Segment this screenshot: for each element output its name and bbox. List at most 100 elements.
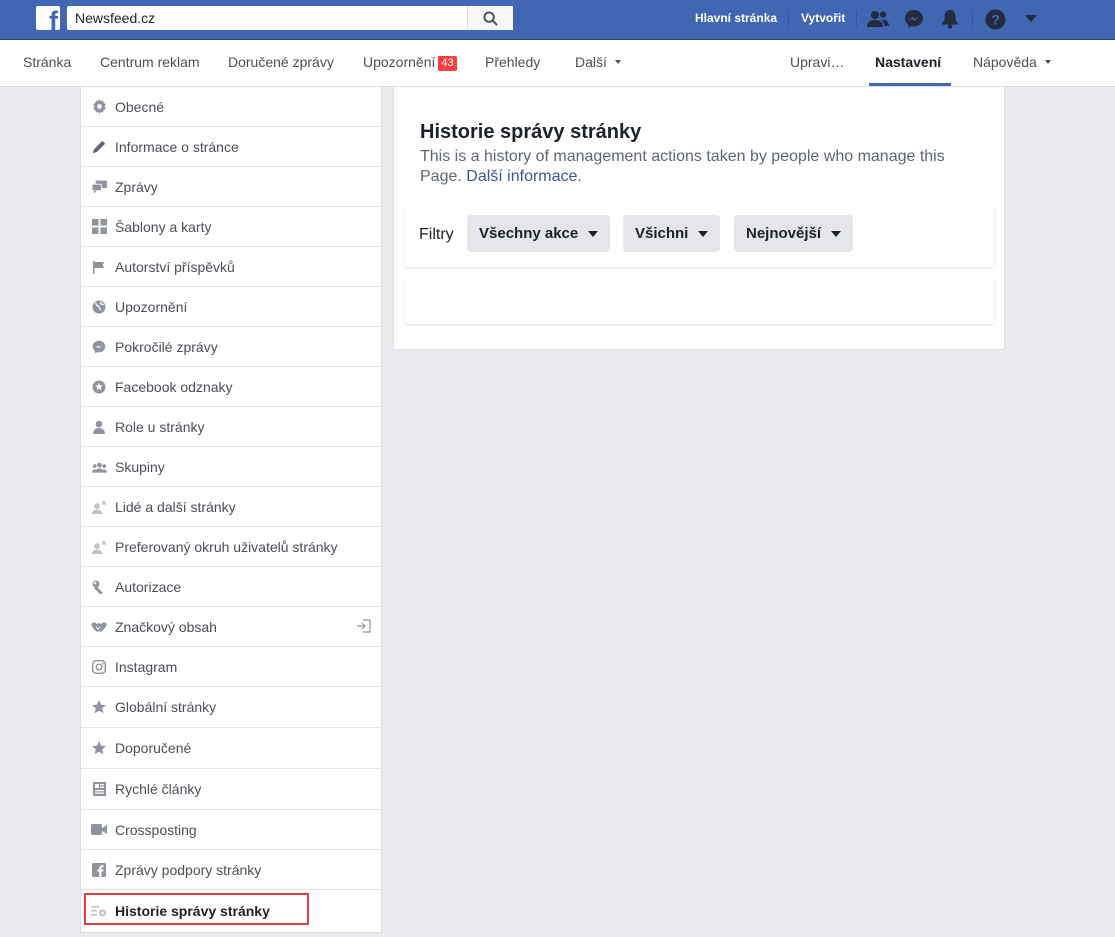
nav-item-help[interactable]: Nápověda	[973, 54, 1051, 70]
sidebar-item-featured[interactable]: Doporučené	[81, 728, 381, 769]
top-divider	[856, 11, 857, 27]
nav-item-page[interactable]: Stránka	[23, 54, 71, 70]
grid-icon	[91, 219, 107, 235]
gear-icon	[91, 99, 107, 115]
chevron-down-icon	[1044, 60, 1051, 64]
people-filter-dropdown[interactable]: Všichni	[623, 215, 721, 252]
sidebar-item-global-pages[interactable]: Globální stránky	[81, 687, 381, 728]
pencil-icon	[91, 139, 107, 155]
sidebar-item-authorization[interactable]: Autorizace	[81, 567, 381, 607]
description-period: .	[577, 168, 582, 185]
messenger-icon[interactable]	[903, 8, 925, 30]
create-link[interactable]: Vytvořit	[801, 11, 845, 25]
account-menu-caret-icon[interactable]	[1020, 8, 1042, 30]
facebook-icon	[91, 862, 107, 878]
chevron-down-icon	[614, 60, 621, 64]
sort-order-dropdown[interactable]: Nejnovější	[734, 215, 854, 252]
sidebar-item-messages[interactable]: Zprávy	[81, 167, 381, 207]
sidebar-item-label: Rychlé články	[115, 781, 202, 797]
search-icon	[483, 10, 498, 26]
list-gear-icon	[91, 903, 107, 919]
article-icon	[91, 781, 107, 797]
sidebar-item-people-and-pages[interactable]: Lidé a další stránky	[81, 487, 381, 527]
sidebar-item-label: Lidé a další stránky	[115, 498, 236, 515]
sidebar-item-advanced-messaging[interactable]: Pokročilé zprávy	[81, 327, 381, 367]
sidebar-item-label: Značkový obsah	[115, 618, 217, 635]
nav-item-edit[interactable]: Upravi…	[790, 54, 844, 70]
instagram-icon	[91, 659, 107, 675]
sidebar-item-label: Role u stránky	[115, 418, 205, 435]
chat-bubbles-icon	[91, 179, 107, 195]
history-results-card	[404, 275, 994, 324]
sidebar-item-label: Informace o stránce	[115, 138, 239, 155]
nav-item-settings[interactable]: Nastavení	[875, 54, 941, 70]
main-content-panel: Historie správy stránky This is a histor…	[393, 87, 1005, 350]
nav-item-notifications-label: Upozornění	[363, 54, 436, 70]
sidebar-item-label: Skupiny	[115, 458, 165, 475]
sidebar-item-label: Autorství příspěvků	[115, 258, 235, 275]
sidebar-item-instant-articles[interactable]: Rychlé články	[81, 769, 381, 810]
nav-item-help-label: Nápověda	[973, 54, 1037, 70]
search-input[interactable]	[67, 6, 465, 30]
person-star-icon	[91, 499, 107, 515]
person-icon	[91, 419, 107, 435]
messenger-icon	[91, 339, 107, 355]
friends-icon[interactable]	[867, 8, 889, 30]
page-description: This is a history of management actions …	[420, 147, 990, 187]
sidebar-item-page-support-inbox[interactable]: Zprávy podpory stránky	[81, 850, 381, 890]
sidebar-item-label: Zprávy	[115, 178, 158, 195]
action-filter-dropdown[interactable]: Všechny akce	[467, 215, 611, 252]
globe-icon	[91, 299, 107, 315]
sidebar-item-notifications[interactable]: Upozornění	[81, 287, 381, 327]
sidebar-item-page-management-history[interactable]: Historie správy stránky	[81, 890, 381, 932]
search-box	[67, 6, 513, 30]
star-icon	[91, 740, 107, 756]
sidebar-item-label: Obecné	[115, 98, 165, 115]
nav-item-notifications[interactable]: Upozornění 43	[363, 54, 457, 71]
sidebar-item-post-attribution[interactable]: Autorství příspěvků	[81, 247, 381, 287]
notifications-bell-icon[interactable]	[939, 8, 961, 30]
people-filter-label: Všichni	[635, 225, 689, 242]
filters-card: Filtry Všechny akce Všichni Nejnovější	[404, 205, 994, 267]
page-title: Historie správy stránky	[420, 121, 642, 143]
active-tab-indicator	[869, 83, 951, 86]
nav-item-insights[interactable]: Přehledy	[485, 54, 540, 70]
top-bar: f Hlavní stránka Vytvořit ?	[0, 0, 1115, 40]
nav-item-more[interactable]: Další	[575, 54, 621, 70]
filters-label: Filtry	[419, 226, 454, 243]
home-link[interactable]: Hlavní stránka	[695, 11, 777, 25]
notifications-count-badge: 43	[438, 56, 457, 71]
help-icon[interactable]: ?	[984, 8, 1006, 30]
sidebar-item-crossposting[interactable]: Crossposting	[81, 810, 381, 850]
svg-text:?: ?	[991, 11, 1000, 27]
nav-item-ad-center[interactable]: Centrum reklam	[100, 54, 200, 70]
sidebar-item-preferred-audience[interactable]: Preferovaný okruh uživatelů stránky	[81, 527, 381, 567]
sidebar-item-label: Autorizace	[115, 578, 182, 595]
sidebar-item-facebook-badges[interactable]: Facebook odznaky	[81, 367, 381, 407]
sidebar-item-label: Doporučené	[115, 740, 192, 756]
sidebar-item-label: Preferovaný okruh uživatelů stránky	[115, 538, 338, 555]
sidebar-item-branded-content[interactable]: Značkový obsah	[81, 607, 381, 647]
wrench-icon	[91, 579, 107, 595]
external-link-icon	[357, 619, 371, 636]
sidebar-item-label: Zprávy podpory stránky	[115, 861, 262, 878]
sidebar-item-general[interactable]: Obecné	[81, 87, 381, 127]
sidebar-item-page-roles[interactable]: Role u stránky	[81, 407, 381, 447]
group-icon	[91, 459, 107, 475]
sidebar-item-groups[interactable]: Skupiny	[81, 447, 381, 487]
facebook-logo-icon[interactable]: f	[36, 6, 60, 30]
sidebar-item-label: Šablony a karty	[115, 218, 212, 235]
sidebar-item-label: Pokročilé zprávy	[115, 338, 218, 355]
sidebar-item-templates[interactable]: Šablony a karty	[81, 207, 381, 247]
person-star-icon	[91, 539, 107, 555]
sidebar-item-label: Globální stránky	[115, 699, 217, 715]
sidebar-item-label: Facebook odznaky	[115, 378, 233, 395]
search-button[interactable]	[467, 6, 513, 30]
sidebar-item-page-info[interactable]: Informace o stránce	[81, 127, 381, 167]
top-divider	[972, 11, 973, 27]
learn-more-link[interactable]: Další informace	[466, 168, 577, 185]
sidebar-item-instagram[interactable]: Instagram	[81, 647, 381, 687]
chevron-down-icon	[588, 230, 599, 237]
nav-item-inbox[interactable]: Doručené zprávy	[228, 54, 334, 70]
sort-order-label: Nejnovější	[746, 225, 822, 242]
